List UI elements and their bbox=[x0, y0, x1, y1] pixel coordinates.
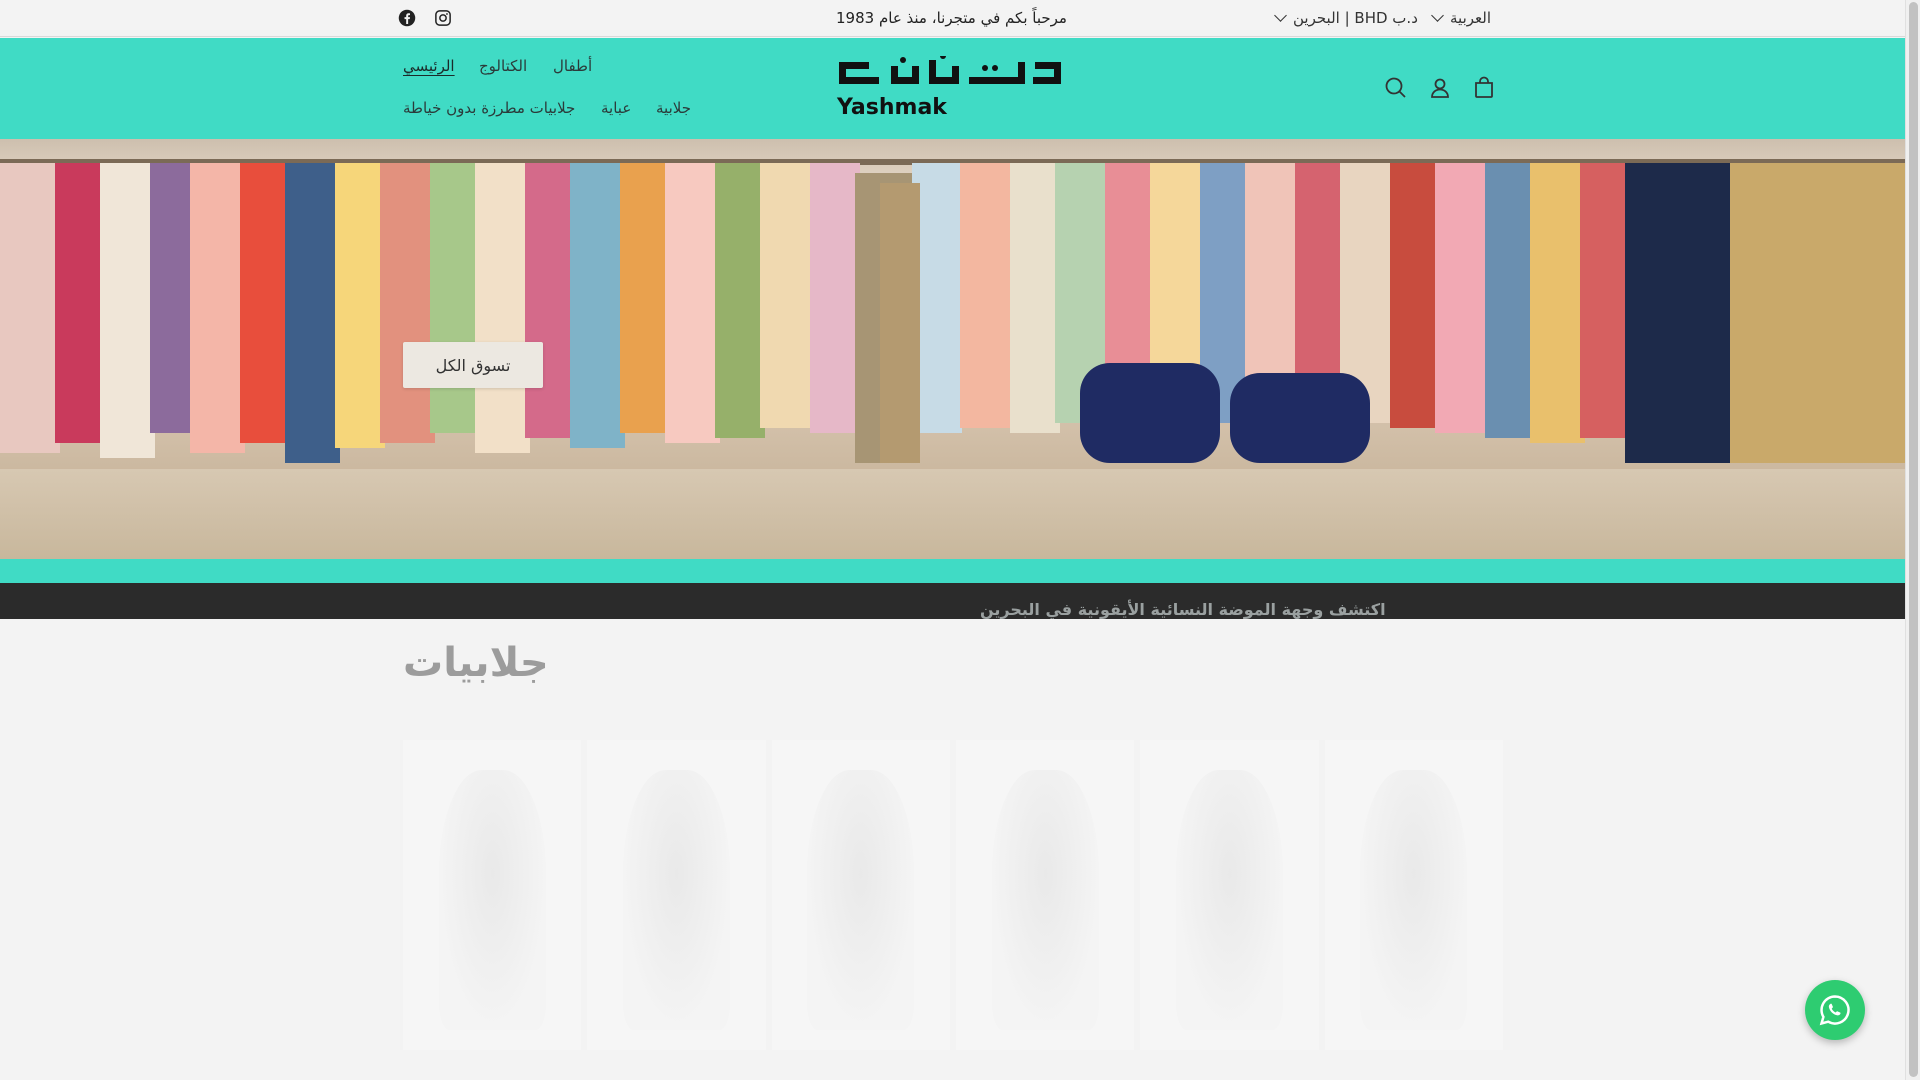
currency-label: د.ب BHD | البحرين bbox=[1293, 9, 1418, 27]
language-label: العربية bbox=[1450, 9, 1491, 27]
nav-item-abaya[interactable]: عباية bbox=[601, 99, 631, 117]
announcement-bar: مرحباً بكم في متجرنا، منذ عام 1983 د.ب B… bbox=[0, 0, 1905, 37]
cart-icon[interactable] bbox=[1470, 74, 1498, 102]
yashmak-logo[interactable]: Yashmak bbox=[835, 53, 1065, 121]
scrollbar-thumb[interactable] bbox=[1909, 2, 1918, 1077]
search-icon[interactable] bbox=[1382, 74, 1410, 102]
marquee-band: اكتشف وجهة الموضة النسائية الأيقونية في … bbox=[0, 583, 1905, 619]
hero-floor bbox=[0, 469, 1905, 559]
chevron-down-icon bbox=[1431, 9, 1444, 22]
facebook-icon[interactable] bbox=[398, 9, 416, 27]
whatsapp-button[interactable] bbox=[1805, 980, 1865, 1040]
product-card[interactable] bbox=[403, 740, 582, 1050]
scrollbar[interactable] bbox=[1905, 0, 1920, 1080]
site-header: الرئيسي الكتالوج أطفال جلابيات مطرزة بدو… bbox=[0, 38, 1905, 139]
product-card[interactable] bbox=[587, 740, 766, 1050]
marquee-text: اكتشف وجهة الموضة النسائية الأيقونية في … bbox=[980, 600, 1386, 619]
collection-title: جلابيات bbox=[403, 640, 549, 686]
shop-all-button[interactable]: تسوق الكل bbox=[403, 342, 543, 388]
nav-item-jalabiya[interactable]: جلابية bbox=[656, 99, 691, 117]
chevron-down-icon bbox=[1274, 9, 1287, 22]
announcement-text: مرحباً بكم في متجرنا، منذ عام 1983 bbox=[836, 9, 1067, 27]
product-card[interactable] bbox=[771, 740, 950, 1050]
product-card[interactable] bbox=[955, 740, 1135, 1050]
language-selector[interactable]: العربية bbox=[1431, 9, 1491, 27]
product-card[interactable] bbox=[1324, 740, 1503, 1050]
product-card[interactable] bbox=[1140, 740, 1319, 1050]
product-grid bbox=[403, 740, 1503, 1050]
whatsapp-icon bbox=[1819, 995, 1850, 1026]
hero-banner: تسوق الكل bbox=[0, 139, 1905, 559]
hero-image-garments bbox=[0, 163, 1905, 463]
instagram-icon[interactable] bbox=[434, 9, 452, 27]
nav-item-kids[interactable]: أطفال bbox=[553, 57, 592, 75]
logo-latin: Yashmak bbox=[836, 95, 948, 120]
nav-item-home[interactable]: الرئيسي bbox=[403, 57, 455, 75]
nav-item-catalog[interactable]: الكتالوج bbox=[479, 57, 527, 75]
teal-divider bbox=[0, 559, 1905, 583]
nav-item-embroidered-jalabiyas[interactable]: جلابيات مطرزة بدون خياطة bbox=[403, 99, 575, 117]
account-icon[interactable] bbox=[1426, 74, 1454, 102]
page: مرحباً بكم في متجرنا، منذ عام 1983 د.ب B… bbox=[0, 0, 1905, 1080]
currency-selector[interactable]: د.ب BHD | البحرين bbox=[1274, 9, 1418, 27]
social-links bbox=[398, 9, 452, 27]
